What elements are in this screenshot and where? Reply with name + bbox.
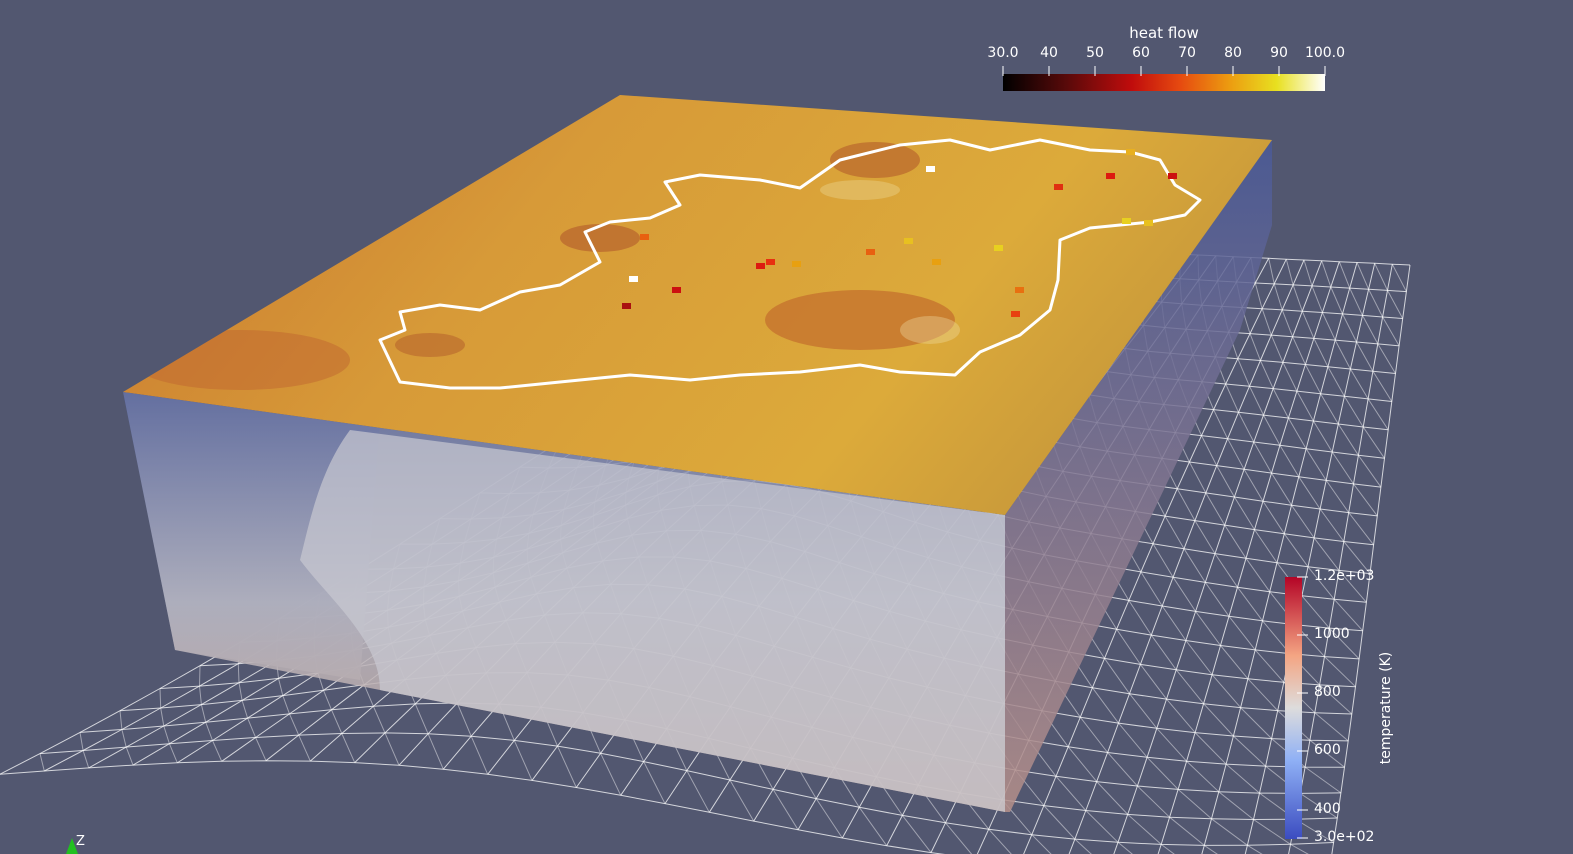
3d-scene[interactable]	[0, 0, 1573, 854]
heat-flow-site-marker	[672, 287, 681, 293]
temperature-tick-label: 1000	[1314, 626, 1350, 642]
heat-flow-tick-label: 50	[1086, 45, 1104, 61]
heat-flow-site-marker	[1168, 173, 1177, 179]
heat-flow-tick-label: 80	[1224, 45, 1242, 61]
heat-flow-colorbar	[1002, 66, 1326, 91]
temperature-tick-label: 400	[1314, 801, 1341, 817]
model-box[interactable]	[123, 95, 1272, 812]
heat-flow-site-marker	[1106, 173, 1115, 179]
heat-flow-site-marker	[1144, 220, 1153, 226]
heat-flow-title: heat flow	[1129, 24, 1199, 42]
heat-flow-tick-label: 40	[1040, 45, 1058, 61]
heat-flow-site-marker	[866, 249, 875, 255]
heat-flow-gradient	[1003, 74, 1325, 91]
z-axis-label: Z	[76, 834, 85, 849]
temperature-tick-label: 1.2e+03	[1314, 568, 1375, 584]
temperature-tick-label: 3.0e+02	[1314, 829, 1375, 845]
temperature-colorbar	[1285, 576, 1308, 839]
heat-flow-site-marker	[1054, 184, 1063, 190]
heat-flow-site-marker	[926, 166, 935, 172]
temperature-tick-label: 800	[1314, 684, 1341, 700]
heat-flow-site-marker	[904, 238, 913, 244]
temperature-gradient	[1285, 577, 1302, 839]
heat-flow-site-marker	[1011, 311, 1020, 317]
heat-flow-site-marker	[1015, 287, 1024, 293]
temperature-tick-label: 600	[1314, 742, 1341, 758]
heat-flow-tick-label: 70	[1178, 45, 1196, 61]
heat-flow-tick-label: 100.0	[1304, 45, 1346, 61]
heat-flow-tick-label: 60	[1132, 45, 1150, 61]
heat-flow-site-marker	[629, 276, 638, 282]
render-view[interactable]: heat flow 30.0 40 50 60 70 80 90 100.0 1.2e+03 1…	[0, 0, 1573, 854]
heat-flow-tick-label: 90	[1270, 45, 1288, 61]
temperature-title: temperature (K)	[1378, 651, 1394, 765]
heat-flow-site-marker	[756, 263, 765, 269]
heat-flow-tick-label: 30.0	[987, 45, 1019, 61]
heat-flow-site-marker	[622, 303, 631, 309]
heat-flow-site-marker	[1122, 218, 1131, 224]
heat-flow-site-marker	[792, 261, 801, 267]
heat-flow-site-marker	[766, 259, 775, 265]
heat-flow-site-marker	[932, 259, 941, 265]
heat-flow-site-marker	[994, 245, 1003, 251]
heat-flow-site-marker	[1126, 149, 1135, 155]
wireframe-diagonal	[39, 732, 1309, 854]
heat-flow-site-marker	[640, 234, 649, 240]
